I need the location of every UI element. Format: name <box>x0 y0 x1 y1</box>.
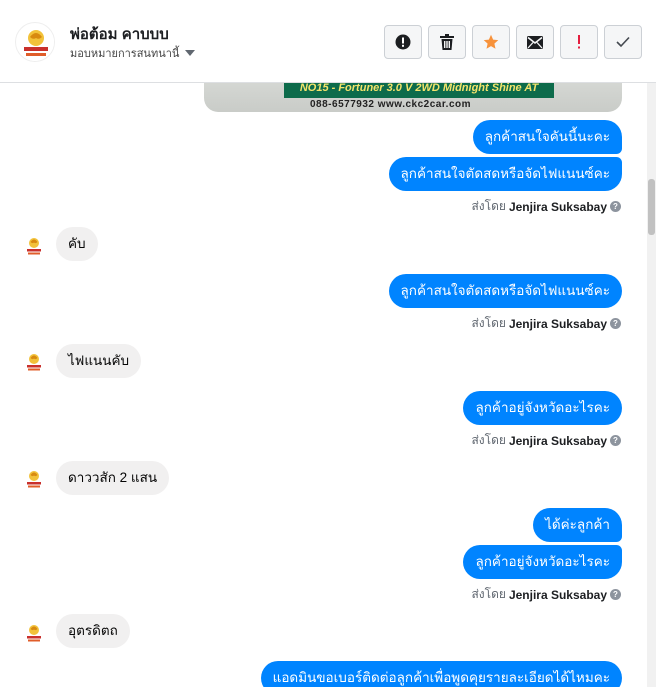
contact-avatar-small[interactable] <box>22 234 46 258</box>
trash-icon <box>440 34 454 50</box>
incoming-message[interactable]: ไฟแนนคับ <box>56 344 142 378</box>
mark-done-button[interactable] <box>604 25 642 59</box>
sender-name: Jenjira Suksabay <box>508 199 607 214</box>
contact-avatar[interactable] <box>15 22 55 62</box>
conversation-toolbar <box>384 25 642 59</box>
outgoing-message[interactable]: ลูกค้าสนใจตัดสดหรือจัดไฟแนนซ์คะ <box>388 274 622 308</box>
outgoing-message[interactable]: ได้ค่ะลูกค้า <box>533 508 622 542</box>
sent-by-prefix: ส่งโดย <box>471 433 506 447</box>
mark-unread-button[interactable] <box>516 25 554 59</box>
caret-down-icon <box>185 50 196 56</box>
help-icon[interactable]: ? <box>610 589 621 600</box>
contact-name: พ่อต้อม คาบบบ <box>70 26 169 43</box>
car-image-attachment[interactable]: NO15 - Fortuner 3.0 V 2WD Midnight Shine… <box>204 83 622 112</box>
assign-label: มอบหมายการสนทนานี้ <box>70 48 180 60</box>
outgoing-message[interactable]: ลูกค้าอยู่จังหวัดอะไรคะ <box>463 545 622 579</box>
dealer-logo-icon <box>27 354 41 371</box>
contact-avatar-small[interactable] <box>22 467 46 491</box>
scrollbar-thumb[interactable] <box>648 179 655 235</box>
conversation-header: พ่อต้อม คาบบบ มอบหมายการสนทนานี้ <box>0 0 656 83</box>
outgoing-message[interactable]: ลูกค้าสนใจคันนี้นะคะ <box>472 120 622 154</box>
assign-conversation-dropdown[interactable]: มอบหมายการสนทนานี้ <box>70 44 196 62</box>
star-icon <box>483 34 499 49</box>
dealer-logo-icon <box>27 238 41 255</box>
envelope-icon <box>527 35 543 49</box>
sent-by-prefix: ส่งโดย <box>471 316 506 330</box>
help-icon[interactable]: ? <box>610 435 621 446</box>
outgoing-message[interactable]: ลูกค้าสนใจตัดสดหรือจัดไฟแนนซ์คะ <box>388 157 622 191</box>
dealer-logo-icon <box>17 24 54 61</box>
dealer-logo-icon <box>27 471 41 488</box>
sender-name: Jenjira Suksabay <box>508 433 607 448</box>
contact-avatar-small[interactable] <box>22 621 46 645</box>
banner-contact-text: 088-6577932 www.ckc2car.com <box>310 99 472 110</box>
dealer-logo-icon <box>27 625 41 642</box>
incoming-message[interactable]: คับ <box>56 227 98 261</box>
spam-button[interactable] <box>560 25 598 59</box>
banner-model-text: NO15 - Fortuner 3.0 V 2WD Midnight Shine… <box>284 83 554 98</box>
sent-by-label: ส่งโดย Jenjira Suksabay ? <box>471 585 621 604</box>
alert-circle-icon <box>395 34 411 50</box>
help-icon[interactable]: ? <box>610 318 621 329</box>
sender-name: Jenjira Suksabay <box>508 587 607 602</box>
star-button[interactable] <box>472 25 510 59</box>
exclamation-icon <box>578 35 580 49</box>
incoming-message[interactable]: อุตรดิตถ <box>56 614 130 648</box>
message-thread[interactable]: NO15 - Fortuner 3.0 V 2WD Midnight Shine… <box>0 83 647 687</box>
delete-button[interactable] <box>428 25 466 59</box>
help-icon[interactable]: ? <box>610 201 621 212</box>
incoming-message[interactable]: ดาววสัก 2 แสน <box>56 461 170 495</box>
contact-avatar-small[interactable] <box>22 350 46 374</box>
sent-by-prefix: ส่งโดย <box>471 587 506 601</box>
thread-scrollbar[interactable] <box>647 83 656 687</box>
sent-by-label: ส่งโดย Jenjira Suksabay ? <box>471 431 621 450</box>
sent-by-prefix: ส่งโดย <box>471 199 506 213</box>
sent-by-label: ส่งโดย Jenjira Suksabay ? <box>471 197 621 216</box>
outgoing-message[interactable]: แอดมินขอเบอร์ติดต่อลูกค้าเพื่อพูดคุยรายล… <box>260 661 622 687</box>
sent-by-label: ส่งโดย Jenjira Suksabay ? <box>471 314 621 333</box>
check-icon <box>616 36 630 48</box>
outgoing-message[interactable]: ลูกค้าอยู่จังหวัดอะไรคะ <box>463 391 622 425</box>
report-button[interactable] <box>384 25 422 59</box>
sender-name: Jenjira Suksabay <box>508 316 607 331</box>
